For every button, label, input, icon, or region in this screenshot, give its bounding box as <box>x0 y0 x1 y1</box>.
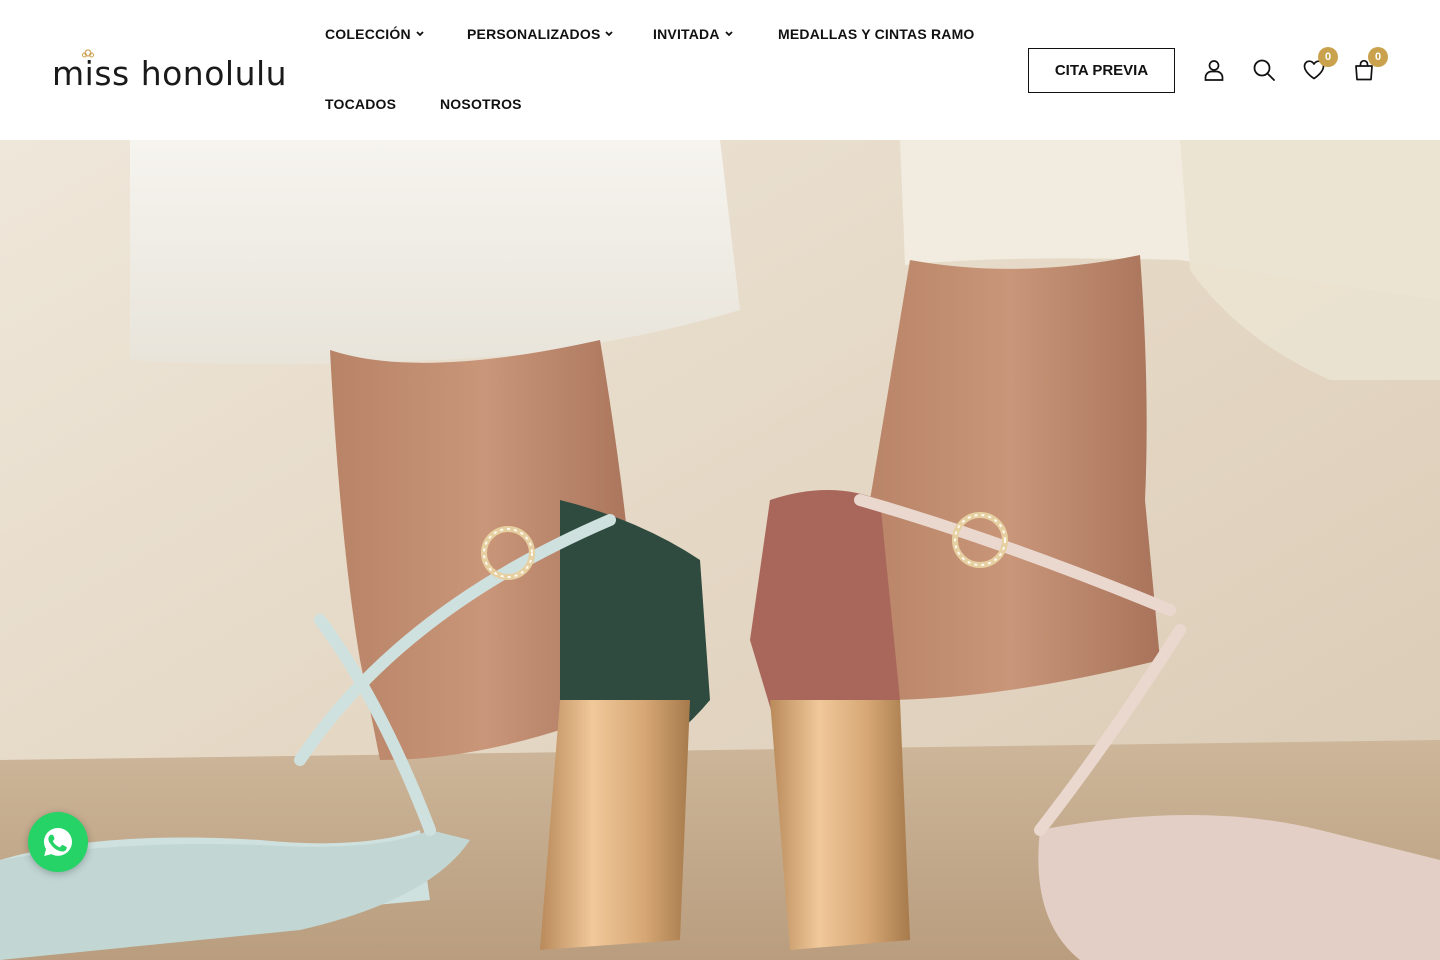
cita-previa-button[interactable]: CITA PREVIA <box>1028 48 1175 93</box>
hero-banner <box>0 140 1440 960</box>
chevron-down-icon <box>416 31 424 37</box>
main-nav: COLECCIÓN PERSONALIZADOS INVITADA MEDALL… <box>325 0 1005 140</box>
logo[interactable]: miss honolulu <box>52 49 288 93</box>
chevron-down-icon <box>605 31 614 37</box>
user-icon <box>1204 60 1224 81</box>
wishlist-count-badge: 0 <box>1318 47 1338 67</box>
nav-label: PERSONALIZADOS <box>467 26 601 42</box>
crown-icon <box>82 49 94 58</box>
nav-item-invitada[interactable]: INVITADA <box>653 26 733 42</box>
nav-label: COLECCIÓN <box>325 26 411 42</box>
hero-photo <box>0 140 1440 960</box>
nav-item-personalizados[interactable]: PERSONALIZADOS <box>467 26 614 42</box>
search-icon <box>1253 59 1275 81</box>
logo-text: miss honolulu <box>52 54 288 93</box>
nav-label: NOSOTROS <box>440 96 522 112</box>
chevron-down-icon <box>725 31 733 37</box>
wishlist-button[interactable]: 0 <box>1302 47 1338 82</box>
account-button[interactable] <box>1202 58 1226 82</box>
nav-item-tocados[interactable]: TOCADOS <box>325 96 396 112</box>
nav-item-nosotros[interactable]: NOSOTROS <box>440 96 522 112</box>
whatsapp-chat-button[interactable] <box>28 812 88 872</box>
search-button[interactable] <box>1252 58 1276 82</box>
nav-item-coleccion[interactable]: COLECCIÓN <box>325 26 424 42</box>
site-header: miss honolulu COLECCIÓN PERSONALIZADOS I… <box>0 0 1440 140</box>
nav-label: TOCADOS <box>325 96 397 112</box>
cart-count-badge: 0 <box>1368 47 1388 67</box>
cart-button[interactable]: 0 <box>1352 47 1388 82</box>
whatsapp-icon <box>44 828 72 856</box>
nav-item-medallas[interactable]: MEDALLAS Y CINTAS RAMO <box>778 26 975 42</box>
nav-label: INVITADA <box>653 26 720 42</box>
nav-label: MEDALLAS Y CINTAS RAMO <box>778 26 975 42</box>
